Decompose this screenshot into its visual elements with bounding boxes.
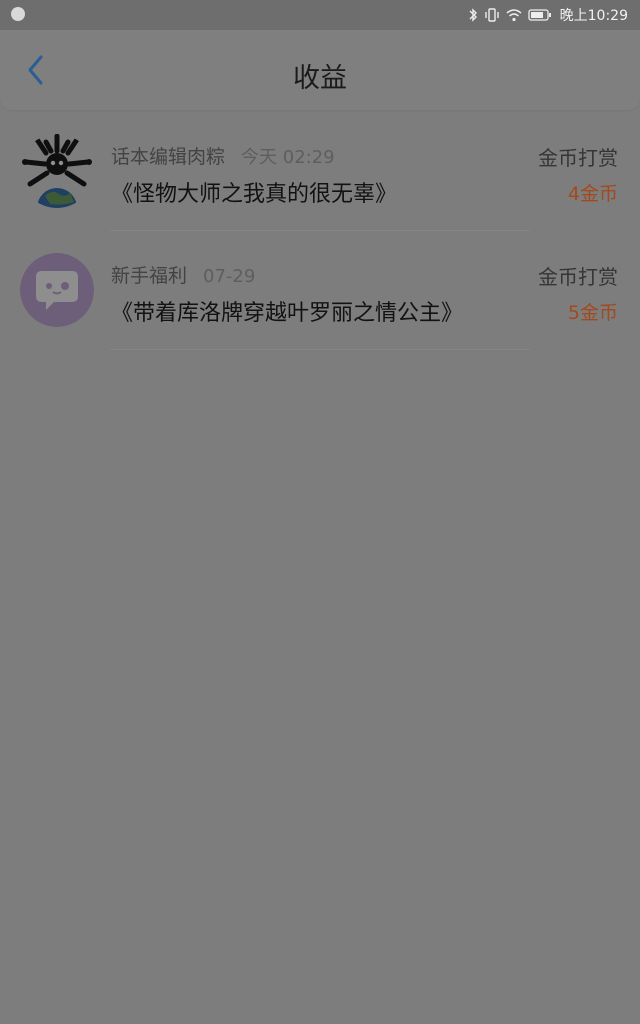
- status-icons: 晚上10:29: [468, 5, 628, 25]
- record-book-title: 《带着库洛牌穿越叶罗丽之情公主》: [111, 301, 464, 326]
- bluetooth-icon: [469, 8, 477, 22]
- earnings-list: 话本编辑肉粽 今天 02:29 《怪物大师之我真的很无辜》 金币打赏 4金币 新手…: [0, 112, 640, 350]
- chat-bubble-avatar: [20, 253, 94, 327]
- avatar: [20, 253, 94, 327]
- record-book-title: 《怪物大师之我真的很无辜》: [111, 182, 398, 207]
- globe-character-avatar: [20, 134, 94, 208]
- record-time: 今天 02:29: [241, 147, 335, 168]
- wifi-icon: [506, 8, 522, 21]
- battery-icon: [527, 9, 551, 21]
- record-amount: 4金币: [567, 183, 618, 205]
- moon-icon: [11, 7, 25, 21]
- record-name: 话本编辑肉粽 今天 02:29: [111, 142, 335, 169]
- avatar: [20, 134, 94, 208]
- record-name: 新手福利 07-29: [111, 261, 255, 288]
- earnings-record[interactable]: 新手福利 07-29 《带着库洛牌穿越叶罗丽之情公主》 金币打赏 5金币: [0, 231, 640, 350]
- record-type: 金币打赏: [538, 146, 618, 170]
- record-time: 07-29: [203, 266, 256, 287]
- record-name-text: 新手福利: [111, 265, 188, 287]
- record-type: 金币打赏: [538, 265, 618, 289]
- status-bar: 晚上10:29: [0, 0, 640, 30]
- divider: [110, 349, 530, 350]
- record-name-text: 话本编辑肉粽: [111, 146, 226, 168]
- vibrate-icon: [484, 8, 499, 22]
- page-title: 收益: [293, 63, 347, 94]
- status-time: 晚上10:29: [559, 8, 628, 24]
- record-amount: 5金币: [567, 302, 618, 324]
- earnings-record[interactable]: 话本编辑肉粽 今天 02:29 《怪物大师之我真的很无辜》 金币打赏 4金币: [0, 112, 640, 231]
- app-header: 收益: [0, 30, 640, 110]
